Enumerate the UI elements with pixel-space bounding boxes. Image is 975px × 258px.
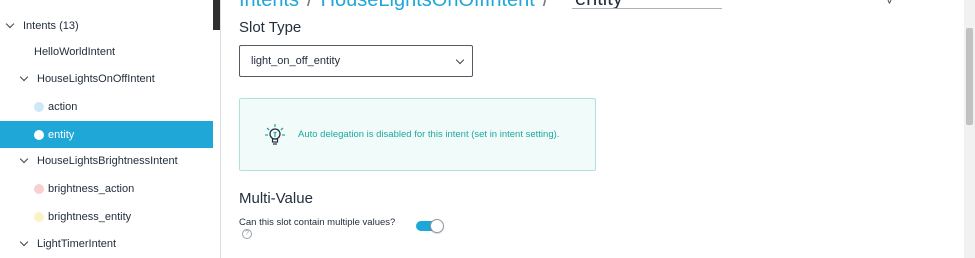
sidebar-scrollbar-thumb[interactable]: [213, 0, 220, 30]
sidebar-slot-brightness-entity[interactable]: brightness_entity: [0, 203, 213, 230]
sidebar-divider: [220, 0, 221, 258]
intent-setting-link[interactable]: intent setting: [500, 129, 554, 140]
help-icon[interactable]: ?: [242, 229, 252, 240]
chevron-icon[interactable]: ˅: [886, 0, 893, 8]
chevron-down-icon: [20, 156, 29, 165]
sidebar-group-lighttimerintent[interactable]: LightTimerIntent: [0, 230, 213, 257]
page-scrollbar[interactable]: [964, 0, 975, 258]
sidebar-item-label: brightness_action: [48, 182, 135, 195]
page-scrollbar-thumb[interactable]: [966, 28, 973, 125]
sidebar-item-label: LightTimerIntent: [37, 237, 117, 250]
sidebar-item-label: action: [48, 100, 78, 113]
info-text-end: ).: [553, 129, 560, 140]
sidebar-group-houselightsonoffintent[interactable]: HouseLightsOnOffIntent: [0, 65, 213, 92]
slot-color-dot: [34, 211, 44, 222]
multi-value-question: Can this slot contain multiple values??: [239, 217, 399, 241]
chevron-down-icon: [20, 74, 29, 83]
slot-type-title: Slot Type: [239, 19, 302, 36]
chevron-down-icon: [455, 55, 465, 65]
intents-sidebar: Intents (13) HelloWorldIntent HouseLight…: [0, 0, 213, 258]
breadcrumb: Intents / HouseLightsOnOffIntent /: [239, 0, 556, 12]
breadcrumb-intent-link[interactable]: HouseLightsOnOffIntent: [321, 0, 535, 11]
sidebar-slot-action[interactable]: action: [0, 93, 213, 120]
lightbulb-icon: [265, 124, 285, 145]
breadcrumb-intents-link[interactable]: Intents: [239, 0, 299, 11]
slot-color-dot: [34, 101, 44, 112]
chevron-down-icon: [6, 21, 15, 30]
slot-color-dot: [34, 129, 44, 140]
slot-name-input[interactable]: entity: [572, 0, 722, 9]
breadcrumb-separator: /: [307, 0, 313, 11]
sidebar-item-label: entity: [48, 128, 75, 141]
sidebar-item-label: HouseLightsBrightnessIntent: [37, 154, 178, 167]
slot-color-dot: [34, 183, 44, 194]
slot-type-select[interactable]: light_on_off_entity: [239, 45, 473, 77]
sidebar-slot-brightness-action[interactable]: brightness_action: [0, 175, 213, 202]
sidebar-slot-entity[interactable]: entity: [0, 121, 213, 148]
sidebar-item-helloworldintent[interactable]: HelloWorldIntent: [0, 38, 213, 65]
toggle-knob: [430, 219, 444, 233]
sidebar-item-label: HelloWorldIntent: [34, 45, 116, 58]
multi-value-toggle[interactable]: [416, 219, 445, 233]
sidebar-item-label: HouseLightsOnOffIntent: [37, 72, 155, 85]
sidebar-group-houselightsbrightnessintent[interactable]: HouseLightsBrightnessIntent: [0, 147, 213, 174]
sidebar-item-label: Intents (13): [23, 19, 79, 32]
multi-value-title: Multi-Value: [239, 190, 313, 207]
auto-delegation-message: Auto delegation is disabled for this int…: [298, 129, 559, 140]
info-text: Auto delegation is disabled for this int…: [298, 129, 500, 140]
slot-type-selected-value: light_on_off_entity: [251, 55, 341, 67]
sidebar-item-label: brightness_entity: [48, 210, 132, 223]
breadcrumb-separator: /: [542, 0, 549, 11]
sidebar-group-intents[interactable]: Intents (13): [0, 12, 213, 39]
chevron-down-icon: [20, 239, 29, 248]
multi-value-question-text: Can this slot contain multiple values?: [239, 217, 396, 228]
auto-delegation-info-box: Auto delegation is disabled for this int…: [239, 98, 596, 171]
